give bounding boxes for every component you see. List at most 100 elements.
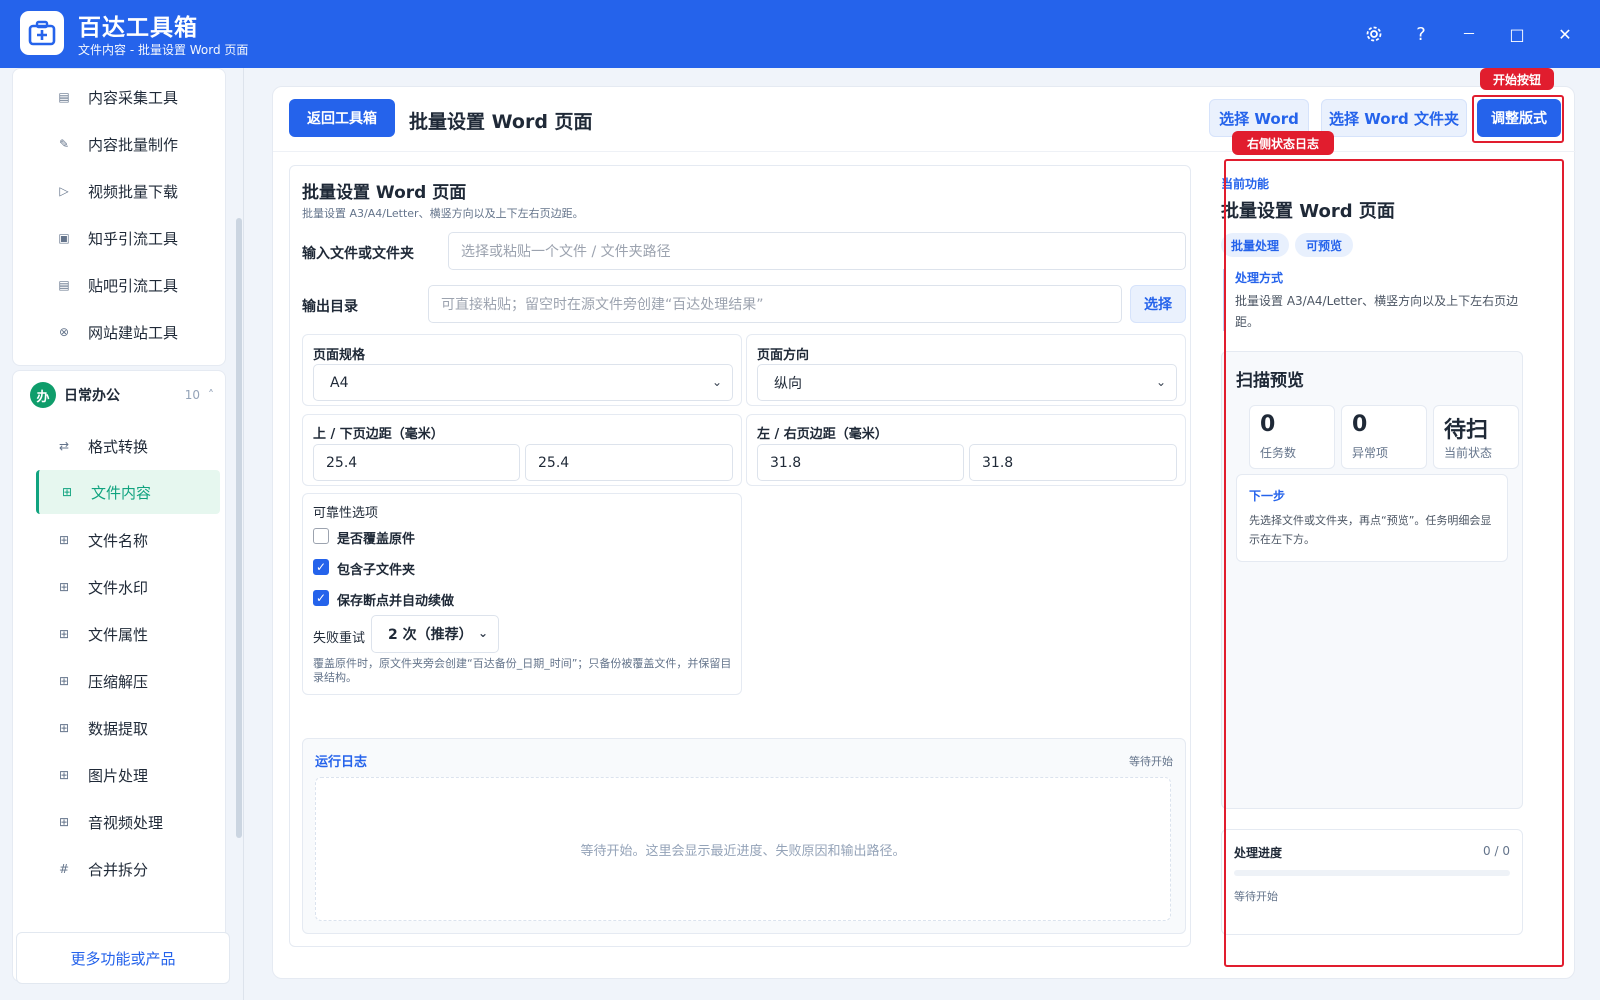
swap-icon: ⇄ (58, 439, 70, 453)
form-panel: 批量设置 Word 页面 批量设置 A3/A4/Letter、横竖方向以及上下左… (289, 165, 1191, 947)
web-icon: ⊗ (58, 325, 70, 339)
sidebar-item-merge-split[interactable]: # 合并拆分 (24, 849, 212, 889)
run-log-title: 运行日志 (315, 755, 368, 770)
chevron-down-icon: ⌄ (477, 626, 488, 640)
page-size-label: 页面规格 (313, 348, 366, 363)
grid-icon: ⊞ (58, 768, 70, 782)
chevron-down-icon: ⌄ (711, 375, 722, 389)
hash-icon: # (58, 862, 70, 876)
orientation-select[interactable]: 纵向 ⌄ (757, 364, 1177, 401)
app-subtitle: 文件内容 - 批量设置 Word 页面 (78, 43, 249, 57)
sidebar-item-label: 合并拆分 (88, 860, 149, 879)
sidebar-item-label: 内容批量制作 (88, 135, 179, 154)
run-log-panel: 运行日志 等待开始 等待开始。这里会显示最近进度、失败原因和输出路径。 (302, 738, 1186, 934)
minimize-button[interactable]: － (1453, 18, 1485, 50)
sidebar-item-file-props[interactable]: ⊞ 文件属性 (24, 614, 212, 654)
zhihu-icon: ▣ (58, 231, 70, 245)
group-badge: 办 (30, 382, 56, 408)
left-margin-field[interactable]: 31.8 (757, 444, 964, 481)
tb-margin-group: 上 / 下页边距（毫米） 25.4 25.4 (302, 414, 742, 486)
page-size-value: A4 (330, 374, 349, 391)
page-title: 批量设置 Word 页面 (409, 111, 593, 133)
sidebar-item-tieba[interactable]: ▤ 贴吧引流工具 (24, 265, 212, 305)
app-title: 百达工具箱 (78, 15, 198, 41)
sidebar-item-label: 压缩解压 (88, 672, 149, 691)
reliability-note: 覆盖原件时，原文件夹旁会创建“百达备份_日期_时间”；只备份被覆盖文件，并保留目… (313, 657, 732, 684)
top-margin-field[interactable]: 25.4 (313, 444, 520, 481)
select-word-folder-button[interactable]: 选择 Word 文件夹 (1321, 99, 1467, 137)
sidebar-item-label: 音视频处理 (88, 813, 164, 832)
sidebar-group-office[interactable]: 办 日常办公 10 ˄ (20, 373, 224, 417)
sidebar-scrollbar[interactable] (236, 218, 242, 838)
sidebar-item-label: 网站建站工具 (88, 323, 179, 342)
sidebar-item-label: 贴吧引流工具 (88, 276, 179, 295)
grid-icon: ⊞ (58, 815, 70, 829)
grid-icon: ⊞ (61, 485, 73, 499)
sidebar-item-label: 图片处理 (88, 766, 149, 785)
sidebar-item-label: 数据提取 (88, 719, 149, 738)
title-bar: 百达工具箱 文件内容 - 批量设置 Word 页面 ? － □ ✕ (0, 0, 1600, 68)
sidebar-item-label: 文件水印 (88, 578, 149, 597)
sidebar-item-label: 文件内容 (91, 483, 152, 502)
retry-label: 失败重试 (313, 631, 366, 646)
pen-icon: ✎ (58, 137, 70, 151)
retry-select[interactable]: 2 次（推荐） ⌄ (371, 615, 499, 653)
group-title: 日常办公 (64, 388, 120, 404)
tieba-icon: ▤ (58, 278, 70, 292)
run-log-empty: 等待开始。这里会显示最近进度、失败原因和输出路径。 (315, 777, 1171, 921)
close-button[interactable]: ✕ (1549, 18, 1581, 50)
sidebar-item-label: 文件属性 (88, 625, 149, 644)
tb-margin-label: 上 / 下页边距（毫米） (313, 427, 444, 442)
sidebar-item-zhihu[interactable]: ▣ 知乎引流工具 (24, 218, 212, 258)
sidebar-item-collect[interactable]: ▤ 内容采集工具 (24, 77, 212, 117)
sidebar-item-label: 文件名称 (88, 531, 149, 550)
app-logo-icon (20, 11, 64, 55)
chevron-up-icon[interactable]: ˄ (208, 388, 214, 402)
sidebar-item-label: 格式转换 (88, 437, 149, 456)
more-features-button[interactable]: 更多功能或产品 (16, 932, 230, 984)
help-button[interactable]: ? (1405, 18, 1437, 50)
page-size-select[interactable]: A4 ⌄ (313, 364, 733, 401)
sidebar-item-website[interactable]: ⊗ 网站建站工具 (24, 312, 212, 352)
maximize-button[interactable]: □ (1501, 18, 1533, 50)
sidebar-item-watermark[interactable]: ⊞ 文件水印 (24, 567, 212, 607)
form-title: 批量设置 Word 页面 (302, 183, 467, 203)
input-label: 输入文件或文件夹 (302, 246, 414, 262)
grid-icon: ⊞ (58, 533, 70, 547)
start-button-annotation-box (1472, 95, 1564, 143)
orientation-label: 页面方向 (757, 348, 810, 363)
settings-gear-icon[interactable] (1358, 18, 1390, 50)
sidebar-item-file-name[interactable]: ⊞ 文件名称 (24, 520, 212, 560)
overwrite-label: 是否覆盖原件 (337, 532, 416, 547)
grid-icon: ⊞ (58, 721, 70, 735)
header-divider (273, 151, 1576, 152)
grid-icon: ⊞ (58, 627, 70, 641)
sidebar-item-data-extract[interactable]: ⊞ 数据提取 (24, 708, 212, 748)
sidebar-item-format-convert[interactable]: ⇄ 格式转换 (24, 426, 212, 466)
sidebar-item-batch-make[interactable]: ✎ 内容批量制作 (24, 124, 212, 164)
resume-checkbox[interactable]: ✓ (313, 590, 329, 606)
bottom-margin-field[interactable]: 25.4 (525, 444, 733, 481)
sidebar-item-label: 视频批量下载 (88, 182, 179, 201)
sidebar-item-image[interactable]: ⊞ 图片处理 (24, 755, 212, 795)
subfolders-label: 包含子文件夹 (337, 563, 416, 578)
subfolders-checkbox[interactable]: ✓ (313, 559, 329, 575)
video-icon: ▷ (59, 184, 69, 198)
sidebar-item-av[interactable]: ⊞ 音视频处理 (24, 802, 212, 842)
group-count: 10 (184, 388, 200, 402)
back-to-toolbox-button[interactable]: 返回工具箱 (289, 99, 395, 137)
resume-label: 保存断点并自动续做 (337, 594, 455, 609)
right-margin-field[interactable]: 31.8 (969, 444, 1177, 481)
sidebar-item-label: 知乎引流工具 (88, 229, 179, 248)
sidebar-item-video-download[interactable]: ▷ 视频批量下载 (24, 171, 212, 211)
overwrite-checkbox[interactable] (313, 528, 329, 544)
output-dir-field[interactable]: 可直接粘贴；留空时在源文件旁创建“百达处理结果” (428, 285, 1122, 323)
sidebar-item-compress[interactable]: ⊞ 压缩解压 (24, 661, 212, 701)
reliability-group: 可靠性选项 是否覆盖原件 ✓ 包含子文件夹 ✓ 保存断点并自动续做 失败重试 2… (302, 493, 742, 695)
grid-icon: ⊞ (58, 674, 70, 688)
input-path-field[interactable]: 选择或粘贴一个文件 / 文件夹路径 (448, 232, 1186, 270)
output-label: 输出目录 (302, 299, 358, 315)
output-select-button[interactable]: 选择 (1130, 285, 1186, 323)
sidebar-item-file-content[interactable]: ⊞ 文件内容 (36, 470, 220, 514)
collect-icon: ▤ (58, 90, 70, 104)
